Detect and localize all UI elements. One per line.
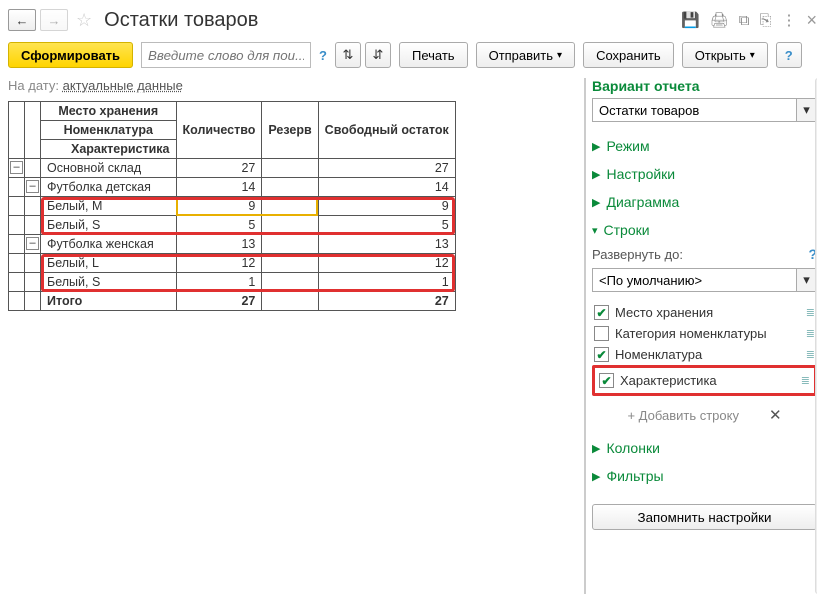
close-icon[interactable]: × [806, 10, 817, 31]
section-settings[interactable]: ▶Настройки [592, 160, 817, 188]
row-field-item[interactable]: ✔ Номенклатура ≣ [592, 344, 817, 365]
report-table: Место хранения Количество Резерв Свободн… [8, 101, 456, 311]
more-menu-icon[interactable]: ⋮ [781, 11, 796, 29]
preview-icon[interactable]: ⧉ [739, 12, 750, 29]
table-row[interactable]: –Футболка женская1313 [9, 235, 456, 254]
settings-panel: Вариант отчета ▾ ▶Режим ▶Настройки ▶Диаг… [584, 78, 817, 594]
nav-back-button[interactable]: ← [8, 9, 36, 31]
variant-input[interactable] [592, 98, 797, 122]
expand-label: Развернуть до: [592, 247, 683, 262]
checkbox[interactable]: ✔ [594, 305, 609, 320]
section-rows[interactable]: ▾Строки [592, 216, 817, 244]
row-field-item[interactable]: Категория номенклатуры ≣ [592, 323, 817, 344]
row-field-item[interactable]: ✔ Место хранения ≣ [592, 302, 817, 323]
nav-forward-button[interactable]: → [40, 9, 68, 31]
table-row[interactable]: Белый, S11 [9, 273, 456, 292]
row-field-label: Категория номенклатуры [615, 326, 767, 341]
drag-handle-icon[interactable]: ≣ [806, 327, 815, 340]
section-diagram[interactable]: ▶Диаграмма [592, 188, 817, 216]
help-icon[interactable]: ? [808, 246, 817, 262]
sort-desc-icon[interactable]: ⇵ [365, 42, 391, 68]
favorite-star-icon[interactable]: ☆ [76, 10, 92, 31]
col-characteristic: Характеристика [41, 140, 177, 159]
chevron-down-icon: ▾ [592, 224, 598, 237]
drag-handle-icon[interactable]: ≣ [806, 306, 815, 319]
section-columns[interactable]: ▶Колонки [592, 434, 817, 462]
expand-combo[interactable]: ▾ [592, 268, 817, 292]
title-bar: ← → ☆ Остатки товаров 💾 🖨 ⧉ ⎘ ⋮ × [8, 6, 817, 34]
row-label: Белый, M [41, 197, 177, 216]
help-icon[interactable]: ? [319, 48, 327, 63]
row-field-label: Место хранения [615, 305, 713, 320]
total-row: Итого 27 27 [9, 292, 456, 311]
drag-handle-icon[interactable]: ≣ [806, 348, 815, 361]
col-reserve: Резерв [262, 102, 318, 159]
checkbox[interactable]: ✔ [599, 373, 614, 388]
add-row-button[interactable]: + Добавить строку [627, 408, 739, 423]
col-nomenclature: Номенклатура [41, 121, 177, 140]
page-title: Остатки товаров [104, 9, 258, 32]
table-row[interactable]: Белый, M99 [9, 197, 456, 216]
row-label: Белый, S [41, 273, 177, 292]
open-button[interactable]: Открыть ▾ [682, 42, 768, 68]
highlighted-row-field: ✔ Характеристика ≣ [592, 365, 817, 396]
row-label: Футболка женская [41, 235, 177, 254]
send-button[interactable]: Отправить ▾ [476, 42, 576, 68]
chevron-right-icon: ▶ [592, 442, 600, 455]
drag-handle-icon[interactable]: ≣ [801, 374, 810, 387]
row-field-label: Номенклатура [615, 347, 702, 362]
generate-button[interactable]: Сформировать [8, 42, 133, 68]
col-free: Свободный остаток [318, 102, 455, 159]
save-file-icon[interactable]: 💾 [681, 11, 700, 29]
table-row[interactable]: –Футболка детская1414 [9, 178, 456, 197]
toolbar: Сформировать ? ⇅ ⇵ Печать Отправить ▾ Со… [8, 42, 817, 68]
variant-combo[interactable]: ▾ [592, 98, 817, 122]
row-label: Белый, S [41, 216, 177, 235]
chevron-right-icon: ▶ [592, 168, 600, 181]
print-button[interactable]: Печать [399, 42, 468, 68]
print-icon[interactable]: 🖨 [710, 11, 729, 29]
col-place: Место хранения [41, 102, 177, 121]
table-row[interactable]: Белый, S55 [9, 216, 456, 235]
row-label: Футболка детская [41, 178, 177, 197]
chevron-down-icon: ▾ [750, 50, 755, 61]
variant-dropdown-icon[interactable]: ▾ [797, 98, 817, 122]
checkbox[interactable]: ✔ [594, 347, 609, 362]
save-button[interactable]: Сохранить [583, 42, 674, 68]
row-field-label: Характеристика [620, 373, 717, 388]
section-filters[interactable]: ▶Фильтры [592, 462, 817, 490]
collapse-icon[interactable]: – [26, 180, 39, 193]
date-label: На дату: [8, 78, 59, 93]
sort-asc-icon[interactable]: ⇅ [335, 42, 361, 68]
link-icon[interactable]: ⎘ [759, 12, 771, 29]
col-qty: Количество [176, 102, 262, 159]
chevron-down-icon: ▾ [557, 50, 562, 61]
collapse-icon[interactable]: – [10, 161, 23, 174]
help-button[interactable]: ? [776, 42, 802, 68]
shuffle-icon[interactable]: ✕ [769, 406, 782, 424]
save-settings-button[interactable]: Запомнить настройки [592, 504, 817, 530]
row-field-item[interactable]: ✔ Характеристика ≣ [597, 370, 812, 391]
table-row[interactable]: –Основной склад2727 [9, 159, 456, 178]
variant-title: Вариант отчета [592, 78, 817, 94]
section-mode[interactable]: ▶Режим [592, 132, 817, 160]
expand-input[interactable] [592, 268, 797, 292]
table-row[interactable]: Белый, L1212 [9, 254, 456, 273]
row-label: Основной склад [41, 159, 177, 178]
chevron-right-icon: ▶ [592, 140, 600, 153]
date-value-link[interactable]: актуальные данные [63, 78, 183, 93]
expand-dropdown-icon[interactable]: ▾ [797, 268, 817, 292]
row-label: Белый, L [41, 254, 177, 273]
report-area: На дату: актуальные данные Место хранени… [8, 78, 578, 594]
checkbox[interactable] [594, 326, 609, 341]
search-input[interactable] [141, 42, 311, 68]
chevron-right-icon: ▶ [592, 470, 600, 483]
collapse-icon[interactable]: – [26, 237, 39, 250]
chevron-right-icon: ▶ [592, 196, 600, 209]
